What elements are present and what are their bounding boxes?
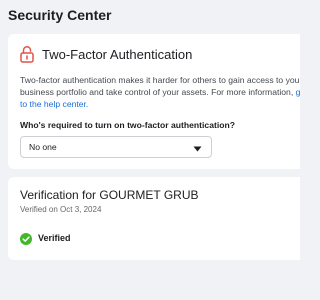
verification-status: Verified (20, 232, 296, 245)
two-factor-title: Two-Factor Authentication (42, 46, 193, 62)
page-title: Security Center (8, 7, 112, 23)
security-center-page: Security Center Two-Factor Authenticatio… (0, 0, 300, 300)
select-value: No one (29, 142, 57, 152)
verification-card: Verification for GOURMET GRUB Verified o… (8, 177, 300, 260)
verification-title: Verification for GOURMET GRUB (20, 188, 199, 202)
two-factor-header: Two-Factor Authentication (20, 44, 296, 64)
caret-down-icon (193, 144, 202, 152)
two-factor-question: Who's required to turn on two-factor aut… (20, 120, 235, 130)
lock-icon (20, 45, 34, 63)
verification-date: Verified on Oct 3, 2024 (20, 205, 102, 214)
two-factor-description: Two-factor authentication makes it harde… (20, 74, 300, 110)
two-factor-card: Two-Factor Authentication Two-factor aut… (8, 34, 300, 169)
verified-label: Verified (38, 233, 71, 243)
check-circle-icon (20, 232, 32, 245)
two-factor-description-text: Two-factor authentication makes it harde… (20, 75, 300, 97)
two-factor-requirement-select[interactable]: No one (20, 136, 212, 158)
